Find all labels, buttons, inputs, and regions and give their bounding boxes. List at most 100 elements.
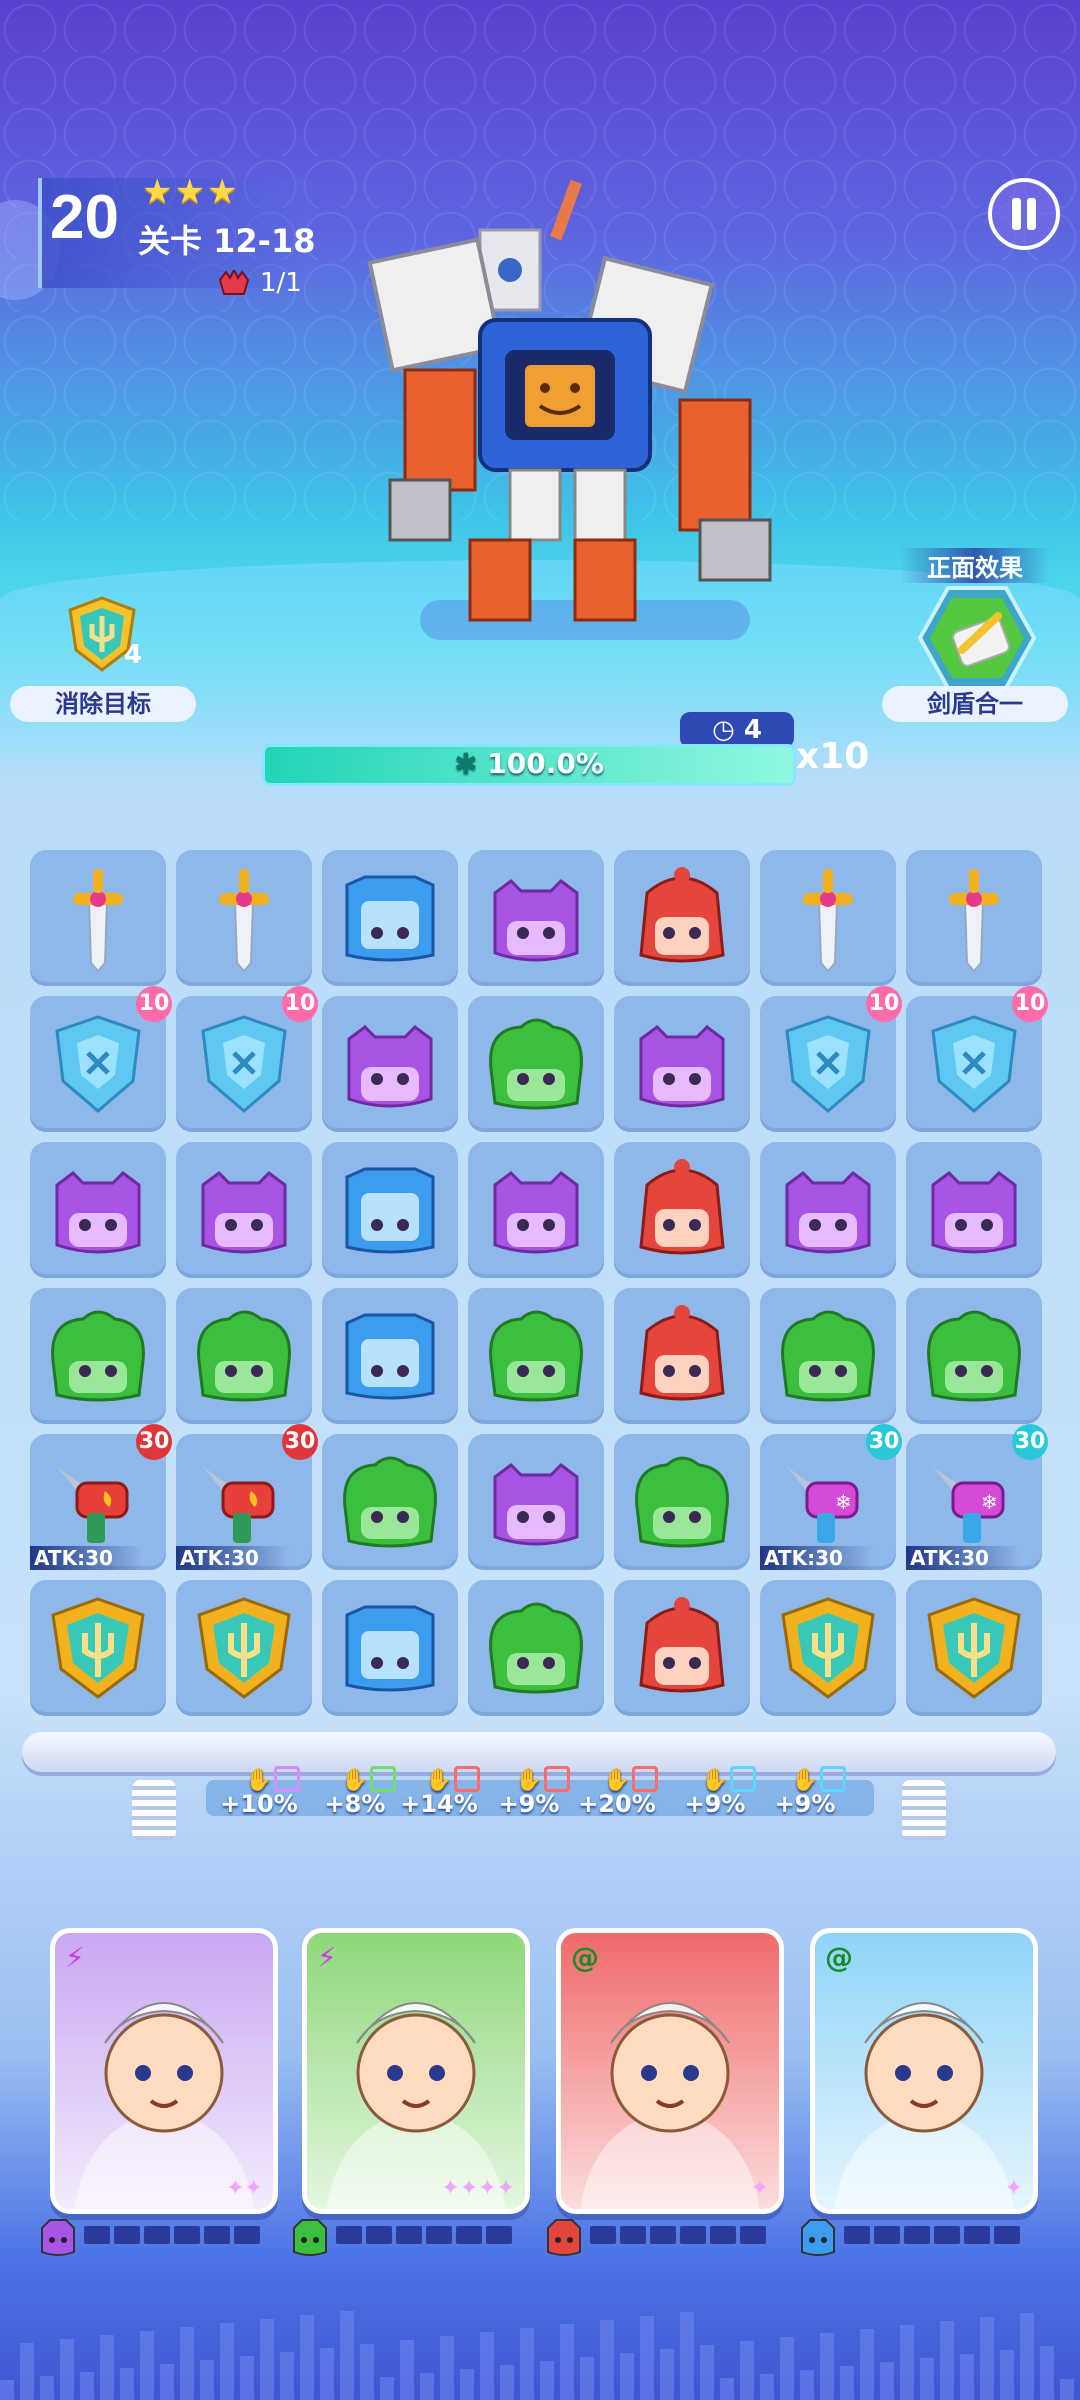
board-cell[interactable] <box>322 1142 458 1278</box>
green-tile[interactable] <box>481 1301 591 1411</box>
board-cell[interactable] <box>906 1142 1042 1278</box>
hero-card-astro-bear[interactable]: @ ✦ <box>810 1928 1038 2214</box>
icegun-tile[interactable]: ❄ <box>919 1447 1029 1557</box>
board-cell[interactable] <box>176 850 312 986</box>
green-tile[interactable] <box>773 1301 883 1411</box>
board-cell[interactable] <box>468 1580 604 1716</box>
board-cell[interactable]: ❄ 30 ATK:30 <box>906 1424 1048 1570</box>
red-tile[interactable] <box>627 1155 737 1265</box>
sword-tile[interactable] <box>43 863 153 973</box>
board-cell[interactable] <box>614 1288 750 1424</box>
board-cell[interactable]: ❄ 30 ATK:30 <box>760 1424 902 1570</box>
attack-label: ATK:30 <box>906 1546 1020 1570</box>
pause-button[interactable] <box>988 178 1060 250</box>
hero-card-opera-warrior[interactable]: @ ✦ <box>556 1928 784 2214</box>
board-cell[interactable] <box>906 1580 1042 1716</box>
green-tile[interactable] <box>43 1301 153 1411</box>
icegun-tile[interactable]: ❄ <box>773 1447 883 1557</box>
board-cell[interactable] <box>322 996 458 1132</box>
board-cell[interactable]: 10 <box>176 986 318 1132</box>
board-cell[interactable] <box>30 850 166 986</box>
purple-tile[interactable] <box>773 1155 883 1265</box>
board-cell[interactable] <box>30 1580 166 1716</box>
sword-tile[interactable] <box>189 863 299 973</box>
board-cell[interactable]: 30 ATK:30 <box>30 1424 172 1570</box>
blue-tile[interactable] <box>335 863 445 973</box>
goldshield-tile[interactable] <box>919 1593 1029 1703</box>
goldshield-tile[interactable] <box>773 1593 883 1703</box>
green-tile[interactable] <box>189 1301 299 1411</box>
purple-tile[interactable] <box>335 1009 445 1119</box>
board-cell[interactable] <box>614 1580 750 1716</box>
positive-effect-label[interactable]: 剑盾合一 <box>882 686 1068 722</box>
board-cell[interactable] <box>322 1288 458 1424</box>
green-tile[interactable] <box>481 1593 591 1703</box>
hero-star-rank: ✦ <box>750 2176 769 2201</box>
board-cell[interactable] <box>906 1288 1042 1424</box>
red-tile[interactable] <box>627 863 737 973</box>
purple-tile[interactable] <box>43 1155 153 1265</box>
purple-tile[interactable] <box>481 863 591 973</box>
shield-tile[interactable] <box>773 1009 883 1119</box>
shield-tile[interactable] <box>919 1009 1029 1119</box>
purple-tile[interactable] <box>919 1155 1029 1265</box>
blue-tile[interactable] <box>335 1155 445 1265</box>
firegun-tile[interactable] <box>43 1447 153 1557</box>
board-cell[interactable] <box>468 1142 604 1278</box>
shield-tile[interactable] <box>43 1009 153 1119</box>
hero-card-horned-girl[interactable]: ⚡ ✦✦✦✦ <box>302 1928 530 2214</box>
bonus-value: +20% <box>578 1790 656 1818</box>
board-cell[interactable] <box>760 1580 896 1716</box>
robot-boss[interactable] <box>360 170 800 670</box>
sword-tile[interactable] <box>919 863 1029 973</box>
board-cell[interactable] <box>614 1142 750 1278</box>
board-cell[interactable] <box>468 996 604 1132</box>
purple-tile[interactable] <box>481 1447 591 1557</box>
red-tile[interactable] <box>627 1593 737 1703</box>
hero-energy-bar <box>590 2226 770 2248</box>
blue-tile[interactable] <box>335 1593 445 1703</box>
board-cell[interactable]: 10 <box>760 986 902 1132</box>
board-cell[interactable] <box>760 1142 896 1278</box>
board-cell[interactable] <box>322 1580 458 1716</box>
purple-tile[interactable] <box>627 1009 737 1119</box>
board-cell[interactable]: 30 ATK:30 <box>176 1424 318 1570</box>
green-tile[interactable] <box>627 1447 737 1557</box>
board-cell[interactable] <box>322 850 458 986</box>
goldshield-tile[interactable] <box>189 1593 299 1703</box>
purple-tile[interactable] <box>481 1155 591 1265</box>
board-cell[interactable] <box>176 1580 312 1716</box>
board-cell[interactable] <box>30 1288 166 1424</box>
board-cell[interactable] <box>468 1288 604 1424</box>
red-tile[interactable] <box>627 1301 737 1411</box>
green-tile[interactable] <box>335 1447 445 1557</box>
shield-tile[interactable] <box>189 1009 299 1119</box>
board-cell[interactable] <box>614 850 750 986</box>
lightning-icon: ⚡ <box>65 1941 85 1974</box>
board-cell[interactable] <box>760 1288 896 1424</box>
green-tile[interactable] <box>481 1009 591 1119</box>
purple-tile[interactable] <box>189 1155 299 1265</box>
board-cell[interactable] <box>468 1434 604 1570</box>
board-cell[interactable] <box>468 850 604 986</box>
board-cell[interactable] <box>906 850 1042 986</box>
board-cell[interactable]: 10 <box>30 986 172 1132</box>
board-cell[interactable]: 10 <box>906 986 1048 1132</box>
board-cell[interactable] <box>614 1434 750 1570</box>
bonus-value: +9% <box>498 1790 560 1818</box>
green-tile[interactable] <box>919 1301 1029 1411</box>
board-cell[interactable] <box>322 1434 458 1570</box>
sword-shield-icon[interactable] <box>918 584 1036 692</box>
goldshield-tile[interactable] <box>43 1593 153 1703</box>
hero-portrait <box>580 2002 760 2209</box>
board-cell[interactable] <box>614 996 750 1132</box>
board-cell[interactable] <box>176 1288 312 1424</box>
goal-label[interactable]: 消除目标 <box>10 686 196 722</box>
board-cell[interactable] <box>760 850 896 986</box>
blue-tile[interactable] <box>335 1301 445 1411</box>
hero-card-skull-girl[interactable]: ⚡ ✦✦ <box>50 1928 278 2214</box>
board-cell[interactable] <box>176 1142 312 1278</box>
sword-tile[interactable] <box>773 863 883 973</box>
firegun-tile[interactable] <box>189 1447 299 1557</box>
board-cell[interactable] <box>30 1142 166 1278</box>
